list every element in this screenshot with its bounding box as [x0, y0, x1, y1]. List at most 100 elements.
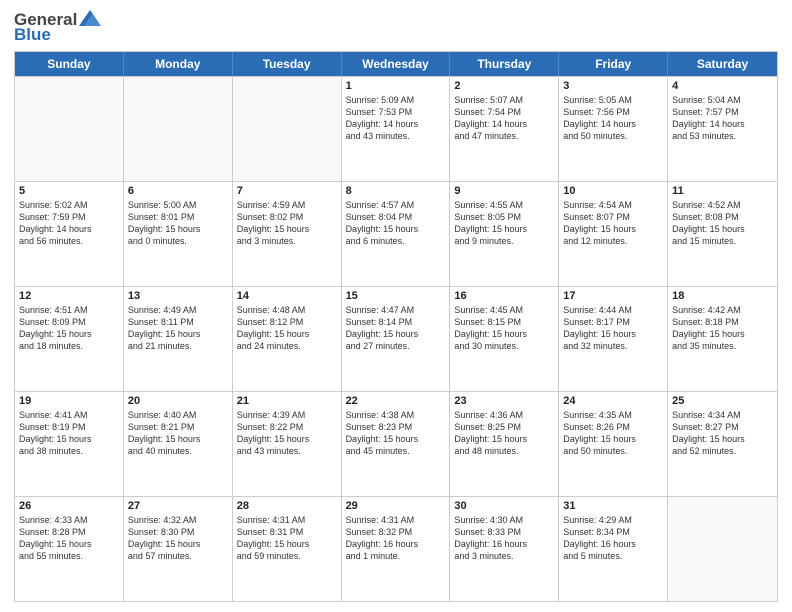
day-info-line: Sunrise: 4:57 AM: [346, 199, 446, 211]
logo-blue-text: Blue: [14, 26, 51, 43]
day-info-line: Sunrise: 4:40 AM: [128, 409, 228, 421]
day-info-line: and 27 minutes.: [346, 340, 446, 352]
calendar-day-29: 29Sunrise: 4:31 AMSunset: 8:32 PMDayligh…: [342, 497, 451, 601]
day-number: 11: [672, 185, 773, 197]
day-info-line: Sunrise: 5:05 AM: [563, 94, 663, 106]
day-info-line: Sunset: 8:27 PM: [672, 421, 773, 433]
day-info-line: Daylight: 14 hours: [346, 118, 446, 130]
calendar-empty-cell: [668, 497, 777, 601]
calendar-day-9: 9Sunrise: 4:55 AMSunset: 8:05 PMDaylight…: [450, 182, 559, 286]
day-info-line: and 30 minutes.: [454, 340, 554, 352]
weekday-header-wednesday: Wednesday: [342, 52, 451, 76]
day-info-line: Sunset: 8:34 PM: [563, 526, 663, 538]
day-info-line: Sunset: 8:28 PM: [19, 526, 119, 538]
weekday-header-tuesday: Tuesday: [233, 52, 342, 76]
day-number: 22: [346, 395, 446, 407]
day-info-line: and 3 minutes.: [454, 550, 554, 562]
calendar-header: SundayMondayTuesdayWednesdayThursdayFrid…: [15, 52, 777, 76]
calendar-day-20: 20Sunrise: 4:40 AMSunset: 8:21 PMDayligh…: [124, 392, 233, 496]
day-info-line: Sunset: 8:09 PM: [19, 316, 119, 328]
day-info-line: Sunrise: 4:48 AM: [237, 304, 337, 316]
calendar-day-14: 14Sunrise: 4:48 AMSunset: 8:12 PMDayligh…: [233, 287, 342, 391]
day-info-line: Sunset: 8:17 PM: [563, 316, 663, 328]
day-info-line: Daylight: 15 hours: [128, 538, 228, 550]
day-info-line: Sunset: 8:33 PM: [454, 526, 554, 538]
calendar-day-6: 6Sunrise: 5:00 AMSunset: 8:01 PMDaylight…: [124, 182, 233, 286]
day-info-line: and 12 minutes.: [563, 235, 663, 247]
day-info-line: Daylight: 15 hours: [563, 433, 663, 445]
header: General Blue: [14, 10, 778, 43]
day-info-line: and 45 minutes.: [346, 445, 446, 457]
day-info-line: Sunrise: 4:59 AM: [237, 199, 337, 211]
day-info-line: Daylight: 14 hours: [672, 118, 773, 130]
calendar-day-4: 4Sunrise: 5:04 AMSunset: 7:57 PMDaylight…: [668, 77, 777, 181]
calendar-week-4: 19Sunrise: 4:41 AMSunset: 8:19 PMDayligh…: [15, 391, 777, 496]
day-info-line: Sunrise: 4:38 AM: [346, 409, 446, 421]
day-info-line: and 1 minute.: [346, 550, 446, 562]
day-info-line: Daylight: 15 hours: [672, 328, 773, 340]
day-info-line: Daylight: 14 hours: [19, 223, 119, 235]
day-info-line: and 48 minutes.: [454, 445, 554, 457]
page: General Blue SundayMondayTuesdayWednesda…: [0, 0, 792, 612]
day-number: 25: [672, 395, 773, 407]
day-info-line: and 40 minutes.: [128, 445, 228, 457]
day-number: 1: [346, 80, 446, 92]
calendar-day-10: 10Sunrise: 4:54 AMSunset: 8:07 PMDayligh…: [559, 182, 668, 286]
day-info-line: Sunrise: 4:29 AM: [563, 514, 663, 526]
day-info-line: Daylight: 15 hours: [19, 328, 119, 340]
day-info-line: Sunrise: 4:39 AM: [237, 409, 337, 421]
day-info-line: Sunset: 8:02 PM: [237, 211, 337, 223]
day-info-line: Sunset: 8:12 PM: [237, 316, 337, 328]
day-number: 2: [454, 80, 554, 92]
day-info-line: Sunrise: 4:33 AM: [19, 514, 119, 526]
day-info-line: Sunrise: 4:36 AM: [454, 409, 554, 421]
day-number: 24: [563, 395, 663, 407]
day-info-line: Sunrise: 4:47 AM: [346, 304, 446, 316]
day-info-line: Daylight: 15 hours: [237, 538, 337, 550]
day-info-line: Daylight: 15 hours: [563, 223, 663, 235]
day-info-line: Sunset: 8:15 PM: [454, 316, 554, 328]
calendar-day-28: 28Sunrise: 4:31 AMSunset: 8:31 PMDayligh…: [233, 497, 342, 601]
day-info-line: Sunrise: 4:52 AM: [672, 199, 773, 211]
calendar-day-17: 17Sunrise: 4:44 AMSunset: 8:17 PMDayligh…: [559, 287, 668, 391]
day-info-line: Daylight: 15 hours: [128, 223, 228, 235]
day-info-line: and 15 minutes.: [672, 235, 773, 247]
day-info-line: Sunrise: 4:42 AM: [672, 304, 773, 316]
day-info-line: Daylight: 15 hours: [19, 538, 119, 550]
calendar-week-5: 26Sunrise: 4:33 AMSunset: 8:28 PMDayligh…: [15, 496, 777, 601]
day-info-line: Daylight: 15 hours: [672, 433, 773, 445]
calendar-day-21: 21Sunrise: 4:39 AMSunset: 8:22 PMDayligh…: [233, 392, 342, 496]
day-info-line: Sunset: 8:01 PM: [128, 211, 228, 223]
day-info-line: Daylight: 15 hours: [237, 328, 337, 340]
day-info-line: and 18 minutes.: [19, 340, 119, 352]
day-number: 20: [128, 395, 228, 407]
day-info-line: and 32 minutes.: [563, 340, 663, 352]
day-info-line: and 38 minutes.: [19, 445, 119, 457]
calendar-day-19: 19Sunrise: 4:41 AMSunset: 8:19 PMDayligh…: [15, 392, 124, 496]
day-info-line: and 50 minutes.: [563, 130, 663, 142]
day-info-line: Sunset: 7:59 PM: [19, 211, 119, 223]
day-info-line: Sunset: 8:19 PM: [19, 421, 119, 433]
calendar-day-27: 27Sunrise: 4:32 AMSunset: 8:30 PMDayligh…: [124, 497, 233, 601]
day-info-line: and 35 minutes.: [672, 340, 773, 352]
day-info-line: Sunrise: 4:49 AM: [128, 304, 228, 316]
day-number: 5: [19, 185, 119, 197]
day-info-line: Sunrise: 4:30 AM: [454, 514, 554, 526]
day-info-line: Daylight: 15 hours: [563, 328, 663, 340]
calendar-day-13: 13Sunrise: 4:49 AMSunset: 8:11 PMDayligh…: [124, 287, 233, 391]
calendar-day-8: 8Sunrise: 4:57 AMSunset: 8:04 PMDaylight…: [342, 182, 451, 286]
day-number: 29: [346, 500, 446, 512]
day-info-line: and 57 minutes.: [128, 550, 228, 562]
day-number: 30: [454, 500, 554, 512]
calendar-day-3: 3Sunrise: 5:05 AMSunset: 7:56 PMDaylight…: [559, 77, 668, 181]
day-info-line: and 9 minutes.: [454, 235, 554, 247]
weekday-header-thursday: Thursday: [450, 52, 559, 76]
day-info-line: Sunrise: 5:07 AM: [454, 94, 554, 106]
weekday-header-saturday: Saturday: [668, 52, 777, 76]
day-number: 15: [346, 290, 446, 302]
calendar-week-3: 12Sunrise: 4:51 AMSunset: 8:09 PMDayligh…: [15, 286, 777, 391]
day-info-line: Sunrise: 5:02 AM: [19, 199, 119, 211]
day-info-line: Daylight: 15 hours: [19, 433, 119, 445]
day-info-line: Sunset: 8:21 PM: [128, 421, 228, 433]
day-number: 27: [128, 500, 228, 512]
